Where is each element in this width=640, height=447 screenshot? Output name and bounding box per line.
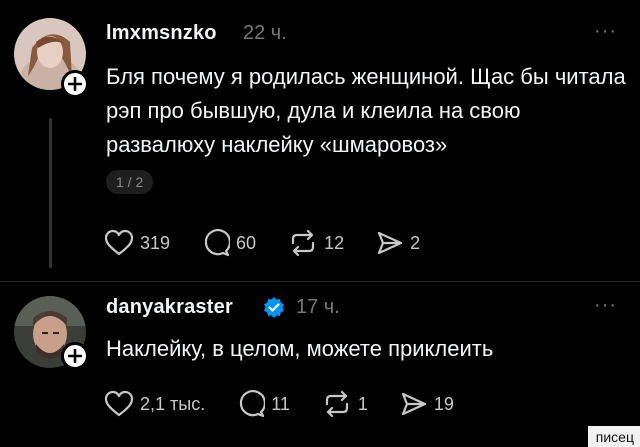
follow-button[interactable]	[61, 70, 89, 98]
share-count: 19	[433, 393, 454, 414]
like-button[interactable]: 319	[104, 229, 170, 257]
comment-bubble-icon	[204, 229, 231, 257]
like-count: 319	[140, 232, 171, 253]
heart-icon	[104, 229, 134, 256]
comment-button[interactable]: 60	[202, 229, 256, 257]
more-options-button[interactable]: ···	[594, 294, 617, 317]
thread-line	[49, 118, 52, 268]
media-page-indicator: 1 / 2	[106, 170, 154, 194]
repost-icon	[291, 229, 315, 257]
share-paper-plane-icon	[378, 231, 403, 255]
repost-count: 1	[357, 393, 368, 414]
heart-icon	[104, 390, 134, 417]
share-count: 2	[410, 232, 421, 253]
comment-count: 60	[236, 232, 257, 253]
share-paper-plane-icon	[401, 392, 427, 416]
repost-icon	[325, 390, 349, 418]
repost-count: 12	[324, 232, 345, 253]
comment-count: 11	[271, 393, 290, 414]
like-button[interactable]: 2,1 тыс.	[104, 390, 205, 418]
plus-icon	[68, 77, 82, 91]
repost-button[interactable]: 1	[322, 390, 368, 418]
timestamp: 22 ч.	[243, 22, 287, 44]
post-text: Наклейку, в целом, можете приклеить	[106, 336, 494, 361]
share-button[interactable]: 2	[376, 229, 420, 257]
post-actions: 2,1 тыс. 11 1 19	[104, 390, 486, 418]
post-text: Бля почему я родилась женщиной. Щас бы ч…	[106, 64, 626, 157]
comment-bubble-icon	[240, 390, 266, 418]
more-options-button[interactable]: ···	[594, 20, 617, 43]
comment-button[interactable]: 11	[237, 390, 290, 418]
like-count: 2,1 тыс.	[140, 393, 206, 414]
thread-post: danyakraster 17 ч. ··· Наклейку, в целом…	[0, 282, 640, 447]
plus-icon	[68, 349, 82, 363]
follow-button[interactable]	[61, 342, 89, 370]
verified-badge-icon	[262, 296, 286, 325]
timestamp: 17 ч.	[296, 296, 340, 318]
username[interactable]: danyakraster	[106, 296, 233, 319]
repost-button[interactable]: 12	[288, 229, 344, 257]
thread-post: lmxmsnzko 22 ч. ··· Бля почему я родилас…	[0, 0, 640, 282]
watermark: писец	[587, 426, 640, 447]
username[interactable]: lmxmsnzko	[106, 22, 217, 45]
post-actions: 319 60 12 2	[104, 229, 452, 257]
share-button[interactable]: 19	[400, 390, 454, 418]
